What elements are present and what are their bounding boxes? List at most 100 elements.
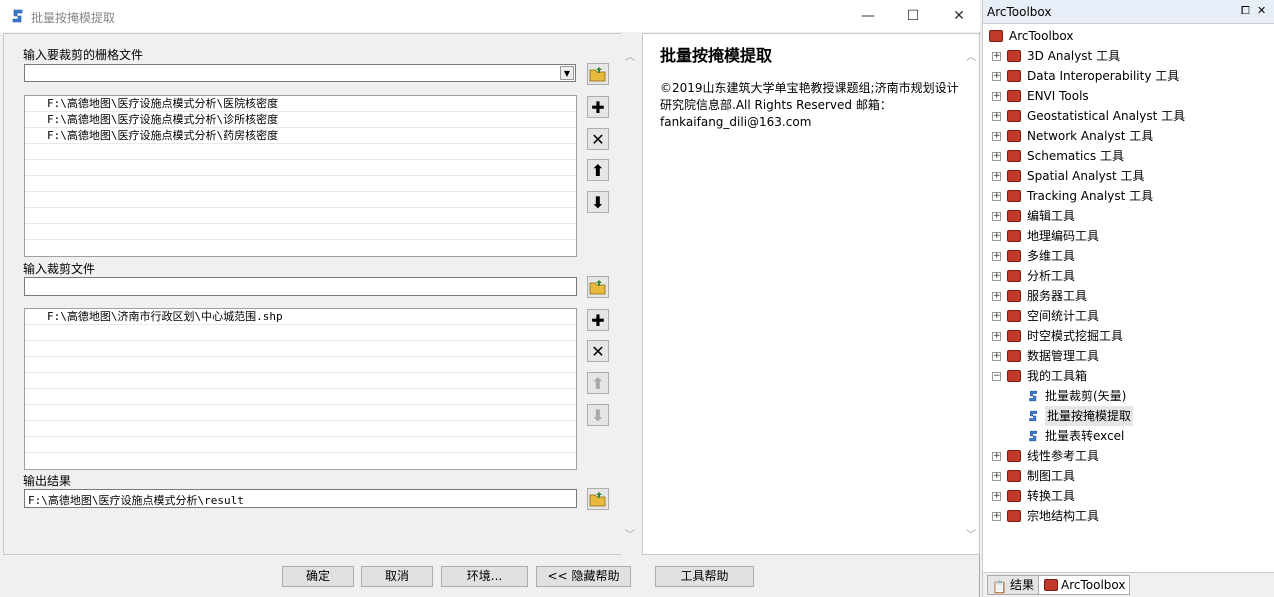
browse-clip-button[interactable] — [587, 276, 609, 298]
expand-icon[interactable]: + — [992, 92, 1001, 101]
pin-icon[interactable]: ⧠ — [1241, 4, 1250, 18]
list-item[interactable]: F:\高德地图\医疗设施点模式分析\诊所核密度 — [25, 112, 576, 128]
expand-icon[interactable]: + — [992, 212, 1001, 221]
tool-help-button[interactable]: 工具帮助 — [655, 566, 754, 587]
tool-item[interactable]: 批量表转excel — [983, 426, 1273, 446]
toolbox-item[interactable]: + 服务器工具 — [983, 286, 1273, 306]
title-bar: 批量按掩模提取 — ☐ ✕ — [0, 0, 980, 32]
toolbox-icon — [1007, 470, 1021, 482]
toolbox-icon — [1007, 90, 1021, 102]
toolbox-item[interactable]: + 空间统计工具 — [983, 306, 1273, 326]
toolbox-item[interactable]: + 分析工具 — [983, 266, 1273, 286]
maximize-button[interactable]: ☐ — [901, 6, 925, 26]
toolbox-item-label: Data Interoperability 工具 — [1027, 69, 1180, 83]
toolbox-item[interactable]: + Spatial Analyst 工具 — [983, 166, 1273, 186]
close-button[interactable]: ✕ — [947, 6, 971, 26]
output-input[interactable]: F:\高德地图\医疗设施点模式分析\result — [24, 489, 577, 508]
script-tool-icon — [1029, 410, 1037, 422]
ok-button[interactable]: 确定 — [282, 566, 354, 587]
environments-button[interactable]: 环境... — [441, 566, 528, 587]
toolbox-item[interactable]: + Network Analyst 工具 — [983, 126, 1273, 146]
toolbox-icon — [1007, 190, 1021, 202]
toolbox-icon — [1007, 310, 1021, 322]
toolbox-item[interactable]: + Schematics 工具 — [983, 146, 1273, 166]
toolbox-icon — [1007, 450, 1021, 462]
tree-root-label: ArcToolbox — [1009, 29, 1074, 43]
clip-file-list[interactable]: F:\高德地图\济南市行政区划\中心城范围.shp — [24, 308, 577, 470]
list-item[interactable]: F:\高德地图\医疗设施点模式分析\药房核密度 — [25, 128, 576, 144]
toolbox-item[interactable]: + 地理编码工具 — [983, 226, 1273, 246]
toolbox-item[interactable]: + 编辑工具 — [983, 206, 1273, 226]
help-body: ©2019山东建筑大学单宝艳教授课题组;济南市规划设计研究院信息部.All Ri… — [660, 81, 959, 129]
toolbox-item[interactable]: + 制图工具 — [983, 466, 1273, 486]
tab-arctoolbox[interactable]: ArcToolbox — [1038, 575, 1131, 595]
help-scroll-down-icon[interactable]: ﹀ — [963, 526, 979, 541]
tool-item[interactable]: 批量按掩模提取 — [983, 406, 1273, 426]
expand-icon[interactable]: + — [992, 72, 1001, 81]
toolbox-item[interactable]: + Data Interoperability 工具 — [983, 66, 1273, 86]
expand-icon[interactable]: + — [992, 452, 1001, 461]
expand-icon[interactable]: + — [992, 492, 1001, 501]
toolbox-item[interactable]: + 宗地结构工具 — [983, 506, 1273, 526]
toolbox-item[interactable]: + 多维工具 — [983, 246, 1273, 266]
expand-icon[interactable]: + — [992, 112, 1001, 121]
list-item[interactable]: F:\高德地图\医疗设施点模式分析\医院核密度 — [25, 96, 576, 112]
browse-raster-button[interactable] — [587, 63, 609, 85]
expand-icon[interactable]: + — [992, 192, 1001, 201]
expand-icon[interactable]: + — [992, 312, 1001, 321]
toolbox-item[interactable]: + ENVI Tools — [983, 86, 1273, 106]
expand-icon[interactable]: + — [992, 352, 1001, 361]
move-down-button[interactable]: ⬇ — [587, 191, 609, 213]
toolbox-item[interactable]: + 3D Analyst 工具 — [983, 46, 1273, 66]
toolbox-item[interactable]: + 线性参考工具 — [983, 446, 1273, 466]
help-scroll-up-icon[interactable]: ︿ — [963, 48, 979, 63]
toolbox-item[interactable]: + Geostatistical Analyst 工具 — [983, 106, 1273, 126]
remove-clip-button[interactable]: ✕ — [587, 340, 609, 362]
add-raster-button[interactable]: ✚ — [587, 96, 609, 118]
expand-icon[interactable]: + — [992, 332, 1001, 341]
dropdown-arrow-icon[interactable]: ▼ — [560, 66, 574, 80]
expand-icon[interactable]: + — [992, 52, 1001, 61]
toolbox-item[interactable]: + 数据管理工具 — [983, 346, 1273, 366]
toolbox-item-label: 时空模式挖掘工具 — [1027, 329, 1124, 343]
input-raster-combo[interactable]: ▼ — [24, 64, 576, 82]
expand-icon[interactable]: + — [992, 152, 1001, 161]
toolbox-icon — [1044, 579, 1058, 591]
hide-help-button[interactable]: << 隐藏帮助 — [536, 566, 631, 587]
scroll-up-icon[interactable]: ︿ — [622, 48, 638, 63]
move-up-button-disabled[interactable]: ⬆ — [587, 372, 609, 394]
expand-icon[interactable]: + — [992, 292, 1001, 301]
collapse-icon[interactable]: − — [992, 372, 1001, 381]
browse-output-button[interactable] — [587, 488, 609, 510]
toolbox-item[interactable]: − 我的工具箱 — [983, 366, 1273, 386]
tab-results[interactable]: 📋 结果 — [987, 575, 1040, 595]
toolbox-item[interactable]: + Tracking Analyst 工具 — [983, 186, 1273, 206]
expand-icon[interactable]: + — [992, 472, 1001, 481]
toolbox-item[interactable]: + 转换工具 — [983, 486, 1273, 506]
cancel-button[interactable]: 取消 — [361, 566, 433, 587]
remove-raster-button[interactable]: ✕ — [587, 128, 609, 150]
add-clip-button[interactable]: ✚ — [587, 309, 609, 331]
tool-item-label: 批量表转excel — [1045, 429, 1125, 443]
input-raster-list[interactable]: F:\高德地图\医疗设施点模式分析\医院核密度 F:\高德地图\医疗设施点模式分… — [24, 95, 577, 257]
scroll-down-icon[interactable]: ﹀ — [622, 526, 638, 541]
clip-file-input[interactable] — [24, 277, 577, 296]
list-item[interactable]: F:\高德地图\济南市行政区划\中心城范围.shp — [25, 309, 576, 325]
move-down-button-disabled[interactable]: ⬇ — [587, 404, 609, 426]
expand-icon[interactable]: + — [992, 272, 1001, 281]
output-label: 输出结果 — [23, 474, 72, 488]
move-up-button[interactable]: ⬆ — [587, 159, 609, 181]
expand-icon[interactable]: + — [992, 252, 1001, 261]
down-arrow-icon: ⬇ — [591, 405, 605, 425]
tool-item-label: 批量裁剪(矢量) — [1045, 389, 1127, 403]
expand-icon[interactable]: + — [992, 132, 1001, 141]
toolbox-item-label: 分析工具 — [1027, 269, 1076, 283]
expand-icon[interactable]: + — [992, 232, 1001, 241]
expand-icon[interactable]: + — [992, 512, 1001, 521]
pane-close-icon[interactable]: ✕ — [1257, 4, 1266, 17]
toolbox-item[interactable]: + 时空模式挖掘工具 — [983, 326, 1273, 346]
expand-icon[interactable]: + — [992, 172, 1001, 181]
minimize-button[interactable]: — — [856, 6, 880, 26]
toolbox-icon — [1007, 370, 1021, 382]
tool-item[interactable]: 批量裁剪(矢量) — [983, 386, 1273, 406]
